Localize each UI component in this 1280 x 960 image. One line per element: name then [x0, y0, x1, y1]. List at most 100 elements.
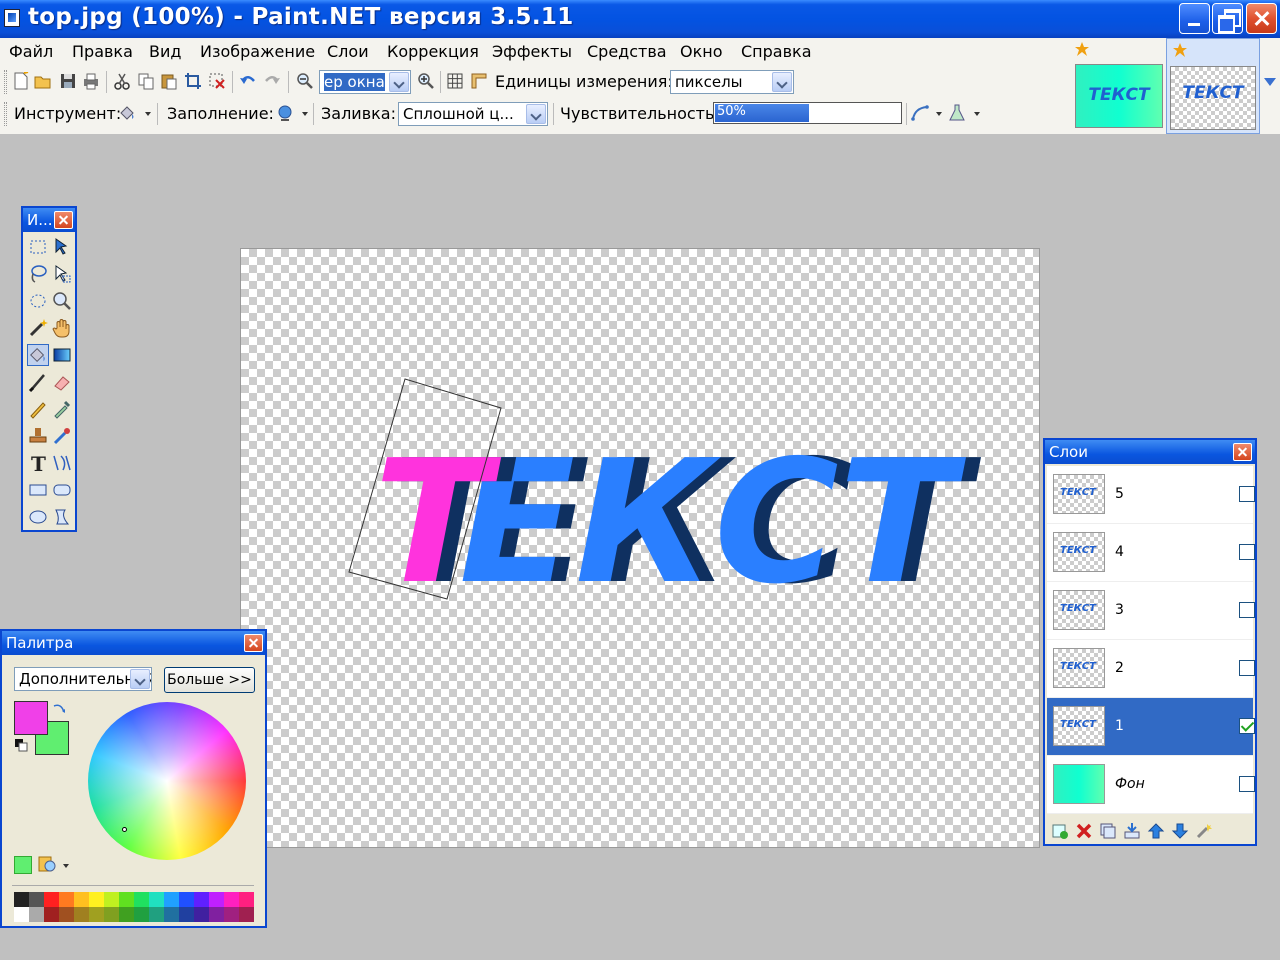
layer-row[interactable]: ТЕКСТ 1 [1047, 698, 1255, 756]
tolerance-slider[interactable]: 50% [713, 102, 902, 124]
palette-color-cell[interactable] [104, 892, 119, 907]
palette-color-cell[interactable] [74, 892, 89, 907]
chevron-down-icon[interactable] [526, 104, 546, 124]
menu-edit[interactable]: Правка [72, 42, 133, 61]
palette-color-cell[interactable] [14, 892, 29, 907]
palette-color-cell[interactable] [29, 907, 44, 922]
cut-icon[interactable] [113, 72, 131, 90]
minimize-button[interactable] [1179, 3, 1210, 34]
save-icon[interactable] [59, 72, 77, 90]
rectangle-select-icon[interactable] [27, 236, 49, 258]
palette-color-cell[interactable] [134, 907, 149, 922]
palette-color-cell[interactable] [59, 907, 74, 922]
palette-color-cell[interactable] [134, 892, 149, 907]
palette-color-cell[interactable] [89, 892, 104, 907]
image-tab-active[interactable]: ТЕКСТ [1166, 38, 1260, 134]
clone-stamp-icon[interactable] [27, 425, 49, 447]
fill-combo[interactable]: Сплошной ц... [398, 102, 548, 126]
more-button[interactable]: Больше >> [164, 667, 255, 693]
undo-icon[interactable] [239, 72, 257, 90]
palette-color-cell[interactable] [29, 892, 44, 907]
chevron-down-icon[interactable] [145, 112, 151, 116]
menu-adjustments[interactable]: Коррекция [387, 42, 479, 61]
chevron-down-icon[interactable] [63, 864, 69, 868]
palette-color-cell[interactable] [44, 907, 59, 922]
close-icon[interactable] [1233, 443, 1252, 461]
chevron-down-icon[interactable] [1263, 76, 1277, 88]
menu-layers[interactable]: Слои [327, 42, 369, 61]
palette-color-cell[interactable] [59, 892, 74, 907]
crop-icon[interactable] [184, 72, 202, 90]
layer-row[interactable]: ТЕКСТ 2 [1047, 640, 1255, 698]
menu-window[interactable]: Окно [680, 42, 723, 61]
layer-visibility-checkbox[interactable] [1239, 660, 1255, 676]
deselect-icon[interactable] [208, 72, 226, 90]
close-icon[interactable] [54, 211, 73, 229]
ellipse-select-icon[interactable] [27, 290, 49, 312]
menu-help[interactable]: Справка [741, 42, 812, 61]
paint-bucket-icon[interactable] [118, 104, 136, 122]
palette-mode-combo[interactable]: Дополнительный [14, 667, 152, 691]
layer-row[interactable]: Фон [1047, 756, 1255, 814]
swap-colors-icon[interactable] [52, 702, 66, 716]
paste-icon[interactable] [160, 72, 178, 90]
maximize-button[interactable] [1212, 3, 1243, 34]
paint-bucket-tool[interactable] [27, 344, 49, 366]
gradient-icon[interactable] [51, 344, 73, 366]
close-button[interactable] [1246, 3, 1277, 34]
chevron-down-icon[interactable] [974, 112, 980, 116]
add-color-icon[interactable] [14, 856, 32, 874]
layer-visibility-checkbox[interactable] [1239, 544, 1255, 560]
palette-color-cell[interactable] [194, 892, 209, 907]
color-wheel[interactable] [88, 702, 246, 860]
grid-icon[interactable] [446, 72, 464, 90]
magic-wand-icon[interactable] [27, 317, 49, 339]
rectangle-shape-icon[interactable] [27, 479, 49, 501]
line-curve-icon[interactable] [51, 452, 73, 474]
redo-icon[interactable] [263, 72, 281, 90]
palette-color-cell[interactable] [164, 892, 179, 907]
palette-color-cell[interactable] [89, 907, 104, 922]
chevron-down-icon[interactable] [302, 112, 308, 116]
palette-color-cell[interactable] [164, 907, 179, 922]
color-wheel-cursor[interactable] [122, 827, 127, 832]
chevron-down-icon[interactable] [772, 72, 792, 92]
palette-color-cell[interactable] [44, 892, 59, 907]
palette-color-cell[interactable] [224, 892, 239, 907]
print-icon[interactable] [82, 72, 100, 90]
layer-visibility-checkbox[interactable] [1239, 718, 1255, 734]
palette-color-cell[interactable] [119, 892, 134, 907]
image-canvas[interactable]: ЕКСТ ЕКСТ Т Т [240, 248, 1040, 848]
palette-color-cell[interactable] [149, 907, 164, 922]
palette-menu-icon[interactable] [38, 856, 60, 874]
palette-color-cell[interactable] [74, 907, 89, 922]
ellipse-shape-icon[interactable] [27, 506, 49, 528]
freeform-shape-icon[interactable] [51, 506, 73, 528]
close-icon[interactable] [244, 634, 263, 652]
add-layer-icon[interactable] [1051, 822, 1069, 840]
flask-icon[interactable] [948, 104, 966, 122]
antialias-curve-icon[interactable] [911, 104, 929, 122]
title-bar[interactable]: top.jpg (100%) - Paint.NET версия 3.5.11 [0, 0, 1280, 38]
zoom-combo[interactable]: ер окна [319, 70, 411, 94]
color-palette-grid[interactable] [14, 892, 254, 922]
move-layer-down-icon[interactable] [1171, 822, 1189, 840]
delete-layer-icon[interactable] [1075, 822, 1093, 840]
recolor-icon[interactable] [51, 425, 73, 447]
move-layer-up-icon[interactable] [1147, 822, 1165, 840]
layer-row[interactable]: ТЕКСТ 5 [1047, 466, 1255, 524]
palette-color-cell[interactable] [239, 892, 254, 907]
zoom-icon[interactable] [51, 290, 73, 312]
palette-color-cell[interactable] [119, 907, 134, 922]
app-icon[interactable] [4, 9, 20, 27]
menu-file[interactable]: Файл [9, 42, 53, 61]
palette-color-cell[interactable] [224, 907, 239, 922]
palette-color-cell[interactable] [14, 907, 29, 922]
duplicate-layer-icon[interactable] [1099, 822, 1117, 840]
color-picker-icon[interactable] [51, 398, 73, 420]
copy-icon[interactable] [137, 72, 155, 90]
palette-color-cell[interactable] [179, 892, 194, 907]
units-combo[interactable]: пикселы [670, 70, 794, 94]
chevron-down-icon[interactable] [130, 669, 150, 689]
paintbrush-icon[interactable] [27, 371, 49, 393]
